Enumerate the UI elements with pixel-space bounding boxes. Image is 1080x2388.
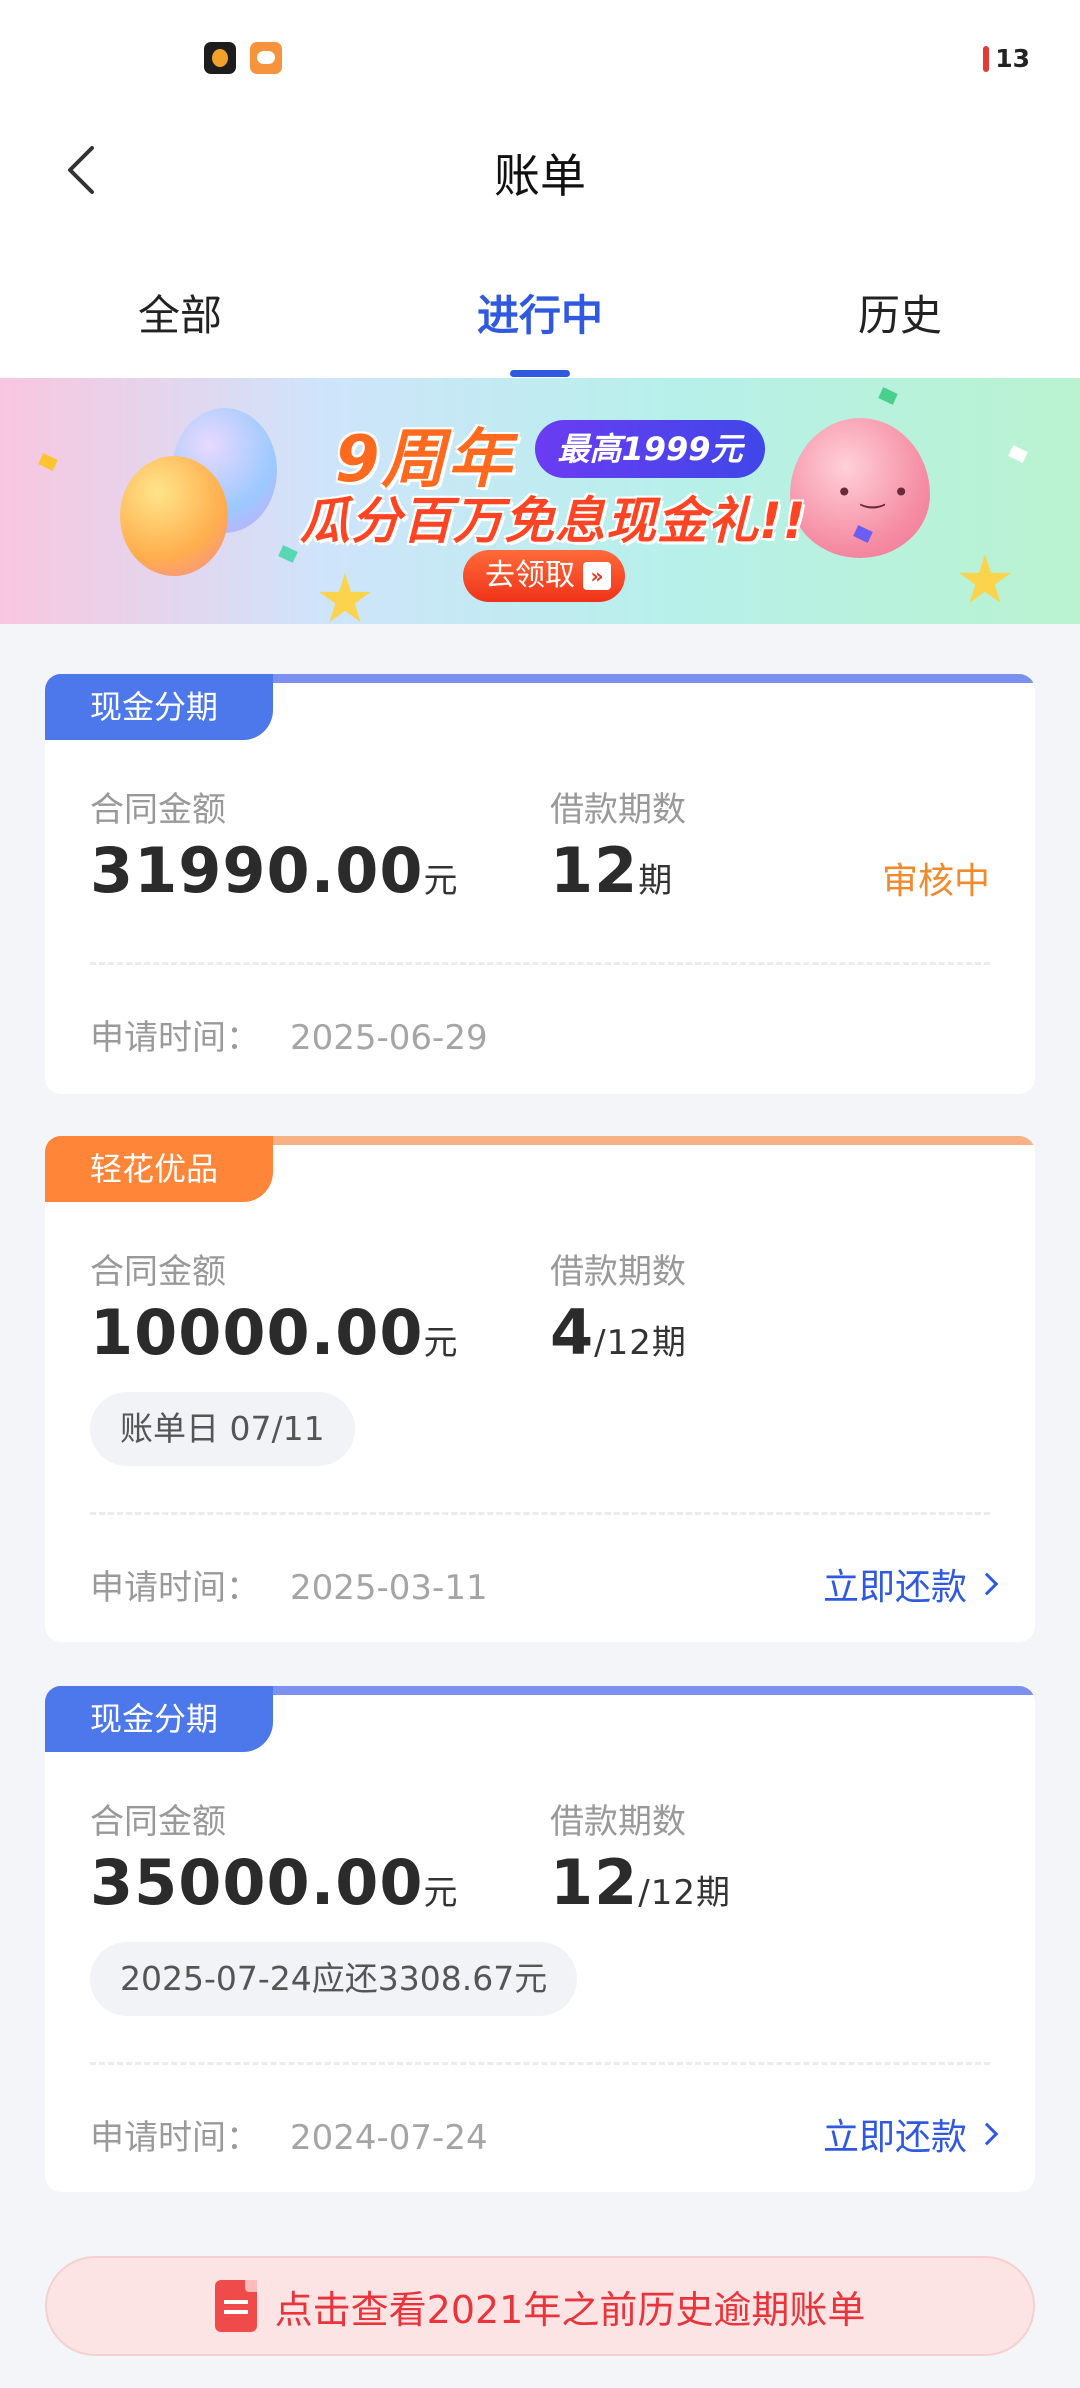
- period-value: 12: [550, 1846, 639, 1919]
- amount-unit: 元: [423, 1873, 459, 1913]
- battery-level: 13: [995, 44, 1030, 73]
- divider: [90, 2062, 990, 2065]
- app-notification-icon: [204, 42, 236, 74]
- repay-now-label: 立即还款: [822, 1567, 967, 1608]
- confetti-decoration: [38, 453, 58, 471]
- repay-now-button[interactable]: 立即还款: [822, 2108, 999, 2160]
- heart-face-icon: • ‿ •: [836, 476, 910, 509]
- amount-value: 10000.00: [90, 1296, 424, 1369]
- amount-value: 35000.00: [90, 1846, 424, 1919]
- amount-label: 合同金额: [90, 1252, 226, 1292]
- amount-label: 合同金额: [90, 1802, 226, 1842]
- repay-now-label: 立即还款: [822, 2117, 967, 2158]
- tab-in-progress[interactable]: 进行中: [360, 282, 720, 343]
- active-tab-indicator: [510, 370, 570, 377]
- divider: [90, 962, 990, 965]
- amount-unit: 元: [423, 861, 459, 901]
- tab-bar: 全部 进行中 历史: [0, 230, 1080, 378]
- product-tag: 轻花优品: [45, 1136, 273, 1202]
- period-label: 借款期数: [550, 790, 686, 830]
- bill-card[interactable]: 轻花优品 合同金额 10000.00元 借款期数 4/12期 账单日 07/11…: [45, 1136, 1035, 1642]
- chat-notification-icon: [250, 42, 282, 74]
- apply-time-label: 申请时间：: [90, 1018, 260, 1058]
- apply-time-label: 申请时间：: [90, 2118, 260, 2158]
- apply-time-row: 申请时间： 2025-03-11: [90, 1560, 488, 1609]
- document-icon: [214, 2280, 257, 2332]
- overdue-history-label: 点击查看2021年之前历史逾期账单: [274, 2287, 866, 2332]
- chevron-right-icon: [975, 2122, 999, 2146]
- divider: [90, 1512, 990, 1515]
- confetti-decoration: [278, 545, 298, 563]
- battery-indicator: 13: [983, 44, 1030, 73]
- repay-now-button[interactable]: 立即还款: [822, 1558, 999, 1610]
- tab-all[interactable]: 全部: [0, 282, 360, 343]
- period-suffix: 期: [638, 861, 674, 901]
- apply-date: 2025-03-11: [290, 1568, 488, 1608]
- contract-amount: 31990.00元: [90, 834, 459, 907]
- status-badge: 审核中: [881, 861, 990, 902]
- apply-date: 2024-07-24: [290, 2118, 488, 2158]
- period-label: 借款期数: [550, 1802, 686, 1842]
- chevron-right-icon: »: [583, 562, 611, 590]
- star-icon: [959, 554, 1011, 604]
- banner-subtitle: 瓜分百万免息现金礼!!: [300, 492, 807, 550]
- bill-card[interactable]: 现金分期 合同金额 31990.00元 借款期数 12期 审核中 申请时间： 20…: [45, 674, 1035, 1094]
- apply-time-label: 申请时间：: [90, 1568, 260, 1608]
- product-tag: 现金分期: [45, 674, 273, 740]
- period-label: 借款期数: [550, 1252, 686, 1292]
- contract-amount: 35000.00元: [90, 1846, 459, 1919]
- apply-time-row: 申请时间： 2025-06-29: [90, 1010, 488, 1059]
- star-icon: [319, 573, 371, 623]
- period-suffix: /12期: [638, 1873, 731, 1913]
- amount-label: 合同金额: [90, 790, 226, 830]
- banner-claim-label: 去领取: [485, 558, 575, 593]
- billing-day-pill: 账单日 07/11: [90, 1392, 355, 1466]
- confetti-decoration: [1008, 445, 1028, 463]
- page-title: 账单: [494, 149, 586, 203]
- navigation-bar: 账单: [0, 110, 1080, 230]
- apply-time-row: 申请时间： 2024-07-24: [90, 2110, 488, 2159]
- amount-unit: 元: [423, 1323, 459, 1363]
- banner-claim-button[interactable]: 去领取 »: [463, 550, 625, 602]
- banner-badge: 最高1999元: [535, 420, 765, 478]
- loan-period: 12/12期: [550, 1846, 731, 1919]
- overdue-history-button[interactable]: 点击查看2021年之前历史逾期账单: [45, 2256, 1035, 2356]
- period-suffix: /12期: [594, 1323, 687, 1363]
- loan-period: 4/12期: [550, 1296, 687, 1369]
- battery-icon: [983, 45, 990, 72]
- period-value: 12: [550, 834, 639, 907]
- apply-date: 2025-06-29: [290, 1018, 488, 1058]
- balloon-image: [120, 456, 228, 576]
- amount-value: 31990.00: [90, 834, 424, 907]
- due-amount-pill: 2025-07-24应还3308.67元: [90, 1942, 578, 2016]
- chevron-right-icon: [975, 1572, 999, 1596]
- period-value: 4: [550, 1296, 595, 1369]
- loan-period: 12期: [550, 834, 673, 907]
- confetti-decoration: [878, 387, 898, 405]
- promo-banner[interactable]: • ‿ • 9周年 最高1999元 瓜分百万免息现金礼!! 去领取 »: [0, 378, 1080, 624]
- status-bar: 13: [0, 0, 1080, 110]
- contract-amount: 10000.00元: [90, 1296, 459, 1369]
- bill-card[interactable]: 现金分期 合同金额 35000.00元 借款期数 12/12期 2025-07-…: [45, 1686, 1035, 2192]
- product-tag: 现金分期: [45, 1686, 273, 1752]
- tab-history[interactable]: 历史: [720, 282, 1080, 343]
